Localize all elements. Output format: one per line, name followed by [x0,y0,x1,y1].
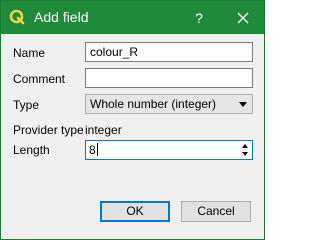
provider-type-value: integer [85,123,122,137]
spin-up-button[interactable] [239,142,251,150]
type-selected-value: Whole number (integer) [90,97,217,111]
type-label: Type [13,98,40,112]
ok-button[interactable]: OK [100,201,170,222]
length-value: 8 [89,143,96,157]
length-spinbox[interactable]: 8 [85,140,253,160]
close-icon [237,12,249,23]
add-field-dialog: Add field ? Name Comment Type Whole numb… [0,0,265,240]
dialog-title: Add field [34,9,89,25]
close-button[interactable] [223,1,263,34]
chevron-down-icon [239,102,247,107]
length-label: Length [13,143,50,157]
cancel-button[interactable]: Cancel [181,201,251,222]
name-label: Name [13,46,46,60]
provider-type-label: Provider type [13,123,84,137]
name-input[interactable] [85,42,253,62]
spin-down-button[interactable] [239,150,251,158]
type-select[interactable]: Whole number (integer) [85,94,253,114]
arrow-up-icon [242,144,248,148]
comment-label: Comment [13,72,66,86]
spin-buttons [239,142,251,158]
text-caret [96,143,98,156]
arrow-down-icon [242,152,248,156]
qgis-logo-icon [8,8,26,26]
help-button[interactable]: ? [179,1,219,34]
title-bar[interactable]: Add field ? [1,1,264,34]
comment-input[interactable] [85,68,253,88]
